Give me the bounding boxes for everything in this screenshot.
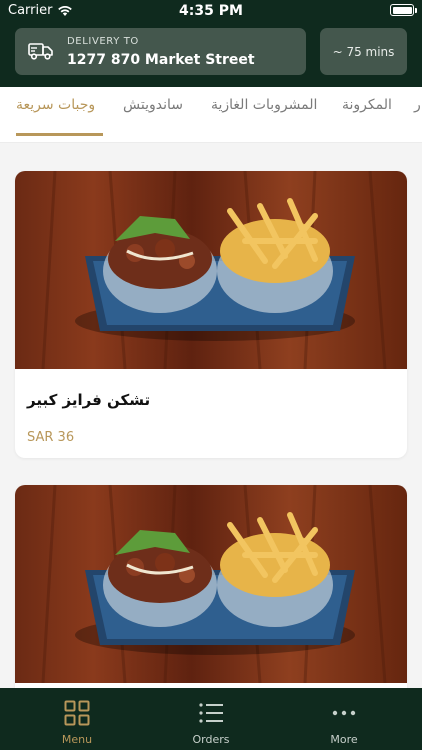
grid-icon [64,700,90,726]
product-image [15,171,407,369]
product-card[interactable]: تشكن فرايز كبير SAR 36 [15,171,407,458]
eta-label: ~ 75 mins [332,44,395,59]
nav-orders-label: Orders [192,733,230,746]
tab-pasta[interactable]: المكرونة [342,97,392,113]
tab-fast-food[interactable]: وجبات سريعة [16,97,95,113]
more-dots-icon [332,710,356,716]
tab-more-partial[interactable]: ر [414,97,421,113]
app-header: Carrier 4:35 PM DELIVERY TO 1277 870 Mar… [0,0,422,87]
delivery-eta-button[interactable]: ~ 75 mins [320,28,407,75]
nav-orders-tab[interactable]: Orders [161,688,261,750]
delivery-address-selector[interactable]: DELIVERY TO 1277 870 Market Street [15,28,306,75]
nav-more-label: More [330,733,358,746]
tab-soft-drinks[interactable]: المشروبات الغازية [211,97,317,113]
product-name: تشكن فرايز كبير [27,391,151,409]
battery-icon [390,4,417,16]
delivery-address: 1277 870 Market Street [67,52,255,68]
nav-menu-label: Menu [61,733,93,746]
status-bar: Carrier 4:35 PM [0,0,422,24]
nav-more-tab[interactable]: More [294,688,394,750]
status-time: 4:35 PM [179,3,243,19]
nav-menu-tab[interactable]: Menu [27,688,127,750]
product-image [15,485,407,683]
truck-icon [28,43,53,60]
active-tab-indicator [16,133,103,136]
category-tabs: وجبات سريعة ساندويتش المشروبات الغازية ا… [0,87,422,143]
delivery-label: DELIVERY TO [67,36,139,47]
product-price: SAR 36 [27,430,75,445]
bottom-tab-bar: Menu Orders More [0,688,422,750]
tab-sandwich[interactable]: ساندويتش [123,97,183,113]
list-icon [199,703,223,723]
